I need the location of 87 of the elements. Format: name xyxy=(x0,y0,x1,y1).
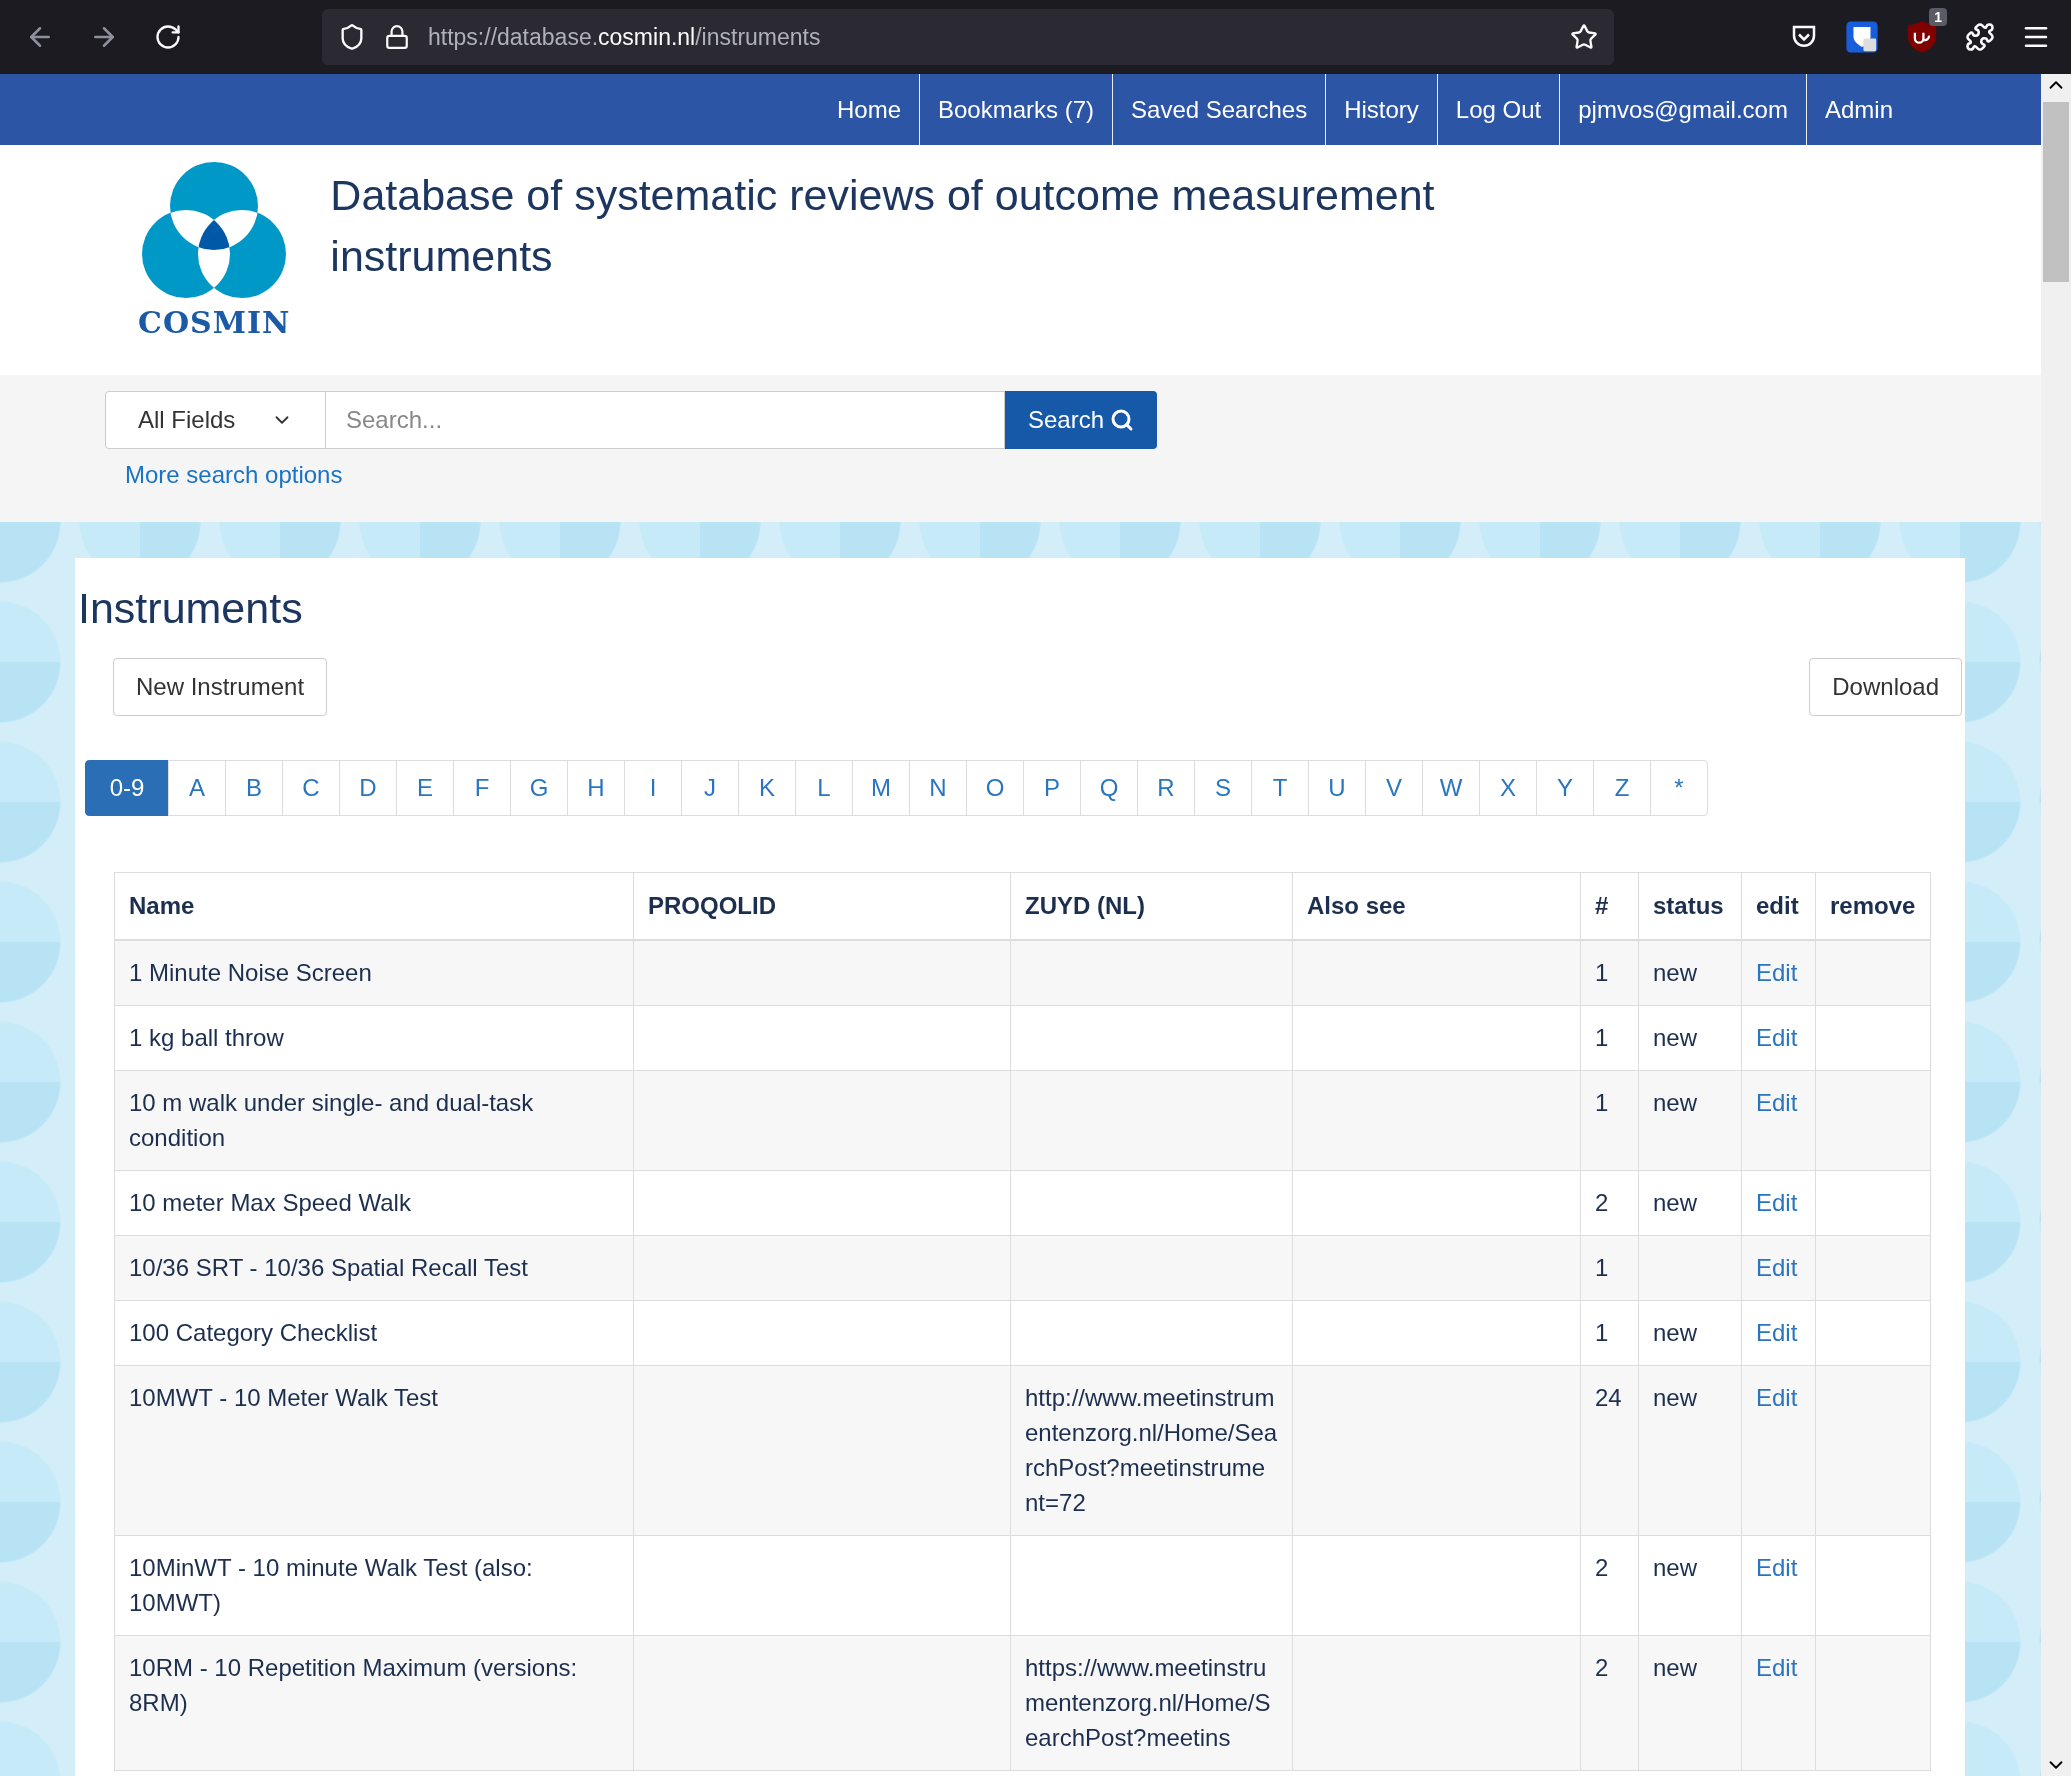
lock-icon[interactable] xyxy=(384,24,410,50)
letter-page-link[interactable]: M xyxy=(852,760,910,816)
table-cell: new xyxy=(1638,1300,1742,1366)
table-cell: 100 Category Checklist xyxy=(114,1300,634,1366)
letter-page-link[interactable]: D xyxy=(339,760,397,816)
extension-badge: 1 xyxy=(1929,8,1947,26)
letter-page-link[interactable]: P xyxy=(1023,760,1081,816)
table-cell: 2 xyxy=(1580,1535,1639,1636)
more-search-options-link[interactable]: More search options xyxy=(125,461,343,489)
search-field[interactable]: Search... xyxy=(326,391,1005,449)
letter-page-link[interactable]: 0-9 xyxy=(85,760,169,816)
table-cell: new xyxy=(1638,1170,1742,1236)
edit-link[interactable]: Edit xyxy=(1756,1089,1798,1116)
letter-page-link[interactable]: * xyxy=(1650,760,1708,816)
letter-page-link[interactable]: V xyxy=(1365,760,1423,816)
logo-text: COSMIN xyxy=(138,305,291,340)
table-cell: 24 xyxy=(1580,1365,1639,1536)
table-cell: http://www.meetinstrumentenzorg.nl/Home/SearchPost?meetinstrument=72 xyxy=(1010,1365,1293,1536)
letter-page-link[interactable]: I xyxy=(624,760,682,816)
table-cell: 1 xyxy=(1580,1070,1639,1171)
table-cell: 1 Minute Noise Screen xyxy=(114,940,634,1006)
table-cell: 1 xyxy=(1580,940,1639,1006)
address-bar[interactable]: https://database.cosmin.nl/instruments xyxy=(322,9,1614,65)
edit-link[interactable]: Edit xyxy=(1756,1554,1798,1581)
table-cell: 10RM - 10 Repetition Maximum (versions: 8RM) xyxy=(114,1635,634,1771)
table-cell: new xyxy=(1638,1005,1742,1071)
nav-link[interactable]: History xyxy=(1325,74,1437,145)
table-cell: 1 xyxy=(1580,1235,1639,1301)
table-cell: 1 xyxy=(1580,1300,1639,1366)
letter-page-link[interactable]: N xyxy=(909,760,967,816)
field-select[interactable]: All Fields xyxy=(105,391,326,449)
letter-page-link[interactable]: E xyxy=(396,760,454,816)
letter-page-link[interactable]: U xyxy=(1308,760,1366,816)
letter-page-link[interactable]: Z xyxy=(1593,760,1651,816)
shield-extension-icon[interactable] xyxy=(1905,20,1939,54)
letter-page-link[interactable]: S xyxy=(1194,760,1252,816)
puzzle-icon[interactable] xyxy=(1965,22,1995,52)
nav-link[interactable]: Log Out xyxy=(1436,74,1560,145)
letter-page-link[interactable]: J xyxy=(681,760,739,816)
letter-page-link[interactable]: T xyxy=(1251,760,1309,816)
table-cell: new xyxy=(1638,1070,1742,1171)
table-cell: 1 kg ball throw xyxy=(114,1005,634,1071)
letter-page-link[interactable]: F xyxy=(453,760,511,816)
url-text: https://database.cosmin.nl/instruments xyxy=(428,23,822,51)
nav-link[interactable]: Admin xyxy=(1805,74,1911,145)
table-cell: 1 xyxy=(1580,1005,1639,1071)
letter-page-link[interactable]: B xyxy=(225,760,283,816)
scrollbar-thumb[interactable] xyxy=(2043,102,2069,282)
nav-link[interactable]: Saved Searches xyxy=(1112,74,1326,145)
page-heading: Instruments xyxy=(78,583,304,634)
new-instrument-button[interactable]: New Instrument xyxy=(113,658,328,716)
table-cell: new xyxy=(1638,1535,1742,1636)
table-cell: 10MinWT - 10 minute Walk Test (also: 10MWT) xyxy=(114,1535,634,1636)
letter-page-link[interactable]: H xyxy=(567,760,625,816)
letter-page-link[interactable]: R xyxy=(1137,760,1195,816)
shield-extension-icon[interactable] xyxy=(1845,20,1879,54)
letter-page-link[interactable]: K xyxy=(738,760,796,816)
table-cell: new xyxy=(1638,940,1742,1006)
table-cell: 2 xyxy=(1580,1635,1639,1771)
search-button[interactable]: Search xyxy=(1005,391,1157,449)
reload-icon[interactable] xyxy=(154,23,182,51)
edit-link[interactable]: Edit xyxy=(1756,1654,1798,1681)
letter-page-link[interactable]: O xyxy=(966,760,1024,816)
table-cell: new xyxy=(1638,1365,1742,1536)
letter-page-link[interactable]: X xyxy=(1479,760,1537,816)
edit-link[interactable]: Edit xyxy=(1756,1384,1798,1411)
download-button[interactable]: Download xyxy=(1809,658,1962,716)
letter-page-link[interactable]: C xyxy=(282,760,340,816)
letter-page-link[interactable]: Q xyxy=(1080,760,1138,816)
letter-page-link[interactable]: L xyxy=(795,760,853,816)
search-icon xyxy=(1110,408,1134,432)
nav-link[interactable]: Home xyxy=(818,74,919,145)
nav-link[interactable]: Bookmarks (7) xyxy=(919,74,1113,145)
letter-page-link[interactable]: G xyxy=(510,760,568,816)
table-cell: https://www.meetinstrumentenzorg.nl/Home/SearchPost?meetins xyxy=(1010,1635,1293,1771)
letter-page-link[interactable]: W xyxy=(1422,760,1480,816)
site-title: Database of systematic reviews of outcome measurement instruments xyxy=(330,170,1436,282)
table-cell: 2 xyxy=(1580,1170,1639,1236)
table-cell: new xyxy=(1638,1635,1742,1771)
table-cell: 10 m walk under single- and dual-task condition xyxy=(114,1070,634,1171)
bookmark-star-icon[interactable] xyxy=(1570,23,1598,51)
table-cell: 10MWT - 10 Meter Walk Test xyxy=(114,1365,634,1536)
table-cell: 10 meter Max Speed Walk xyxy=(114,1170,634,1236)
nav-link[interactable]: pjmvos@gmail.com xyxy=(1559,74,1806,145)
letter-page-link[interactable]: Y xyxy=(1536,760,1594,816)
table-cell: 10/36 SRT - 10/36 Spatial Recall Test xyxy=(114,1235,634,1301)
letter-page-link[interactable]: A xyxy=(168,760,226,816)
